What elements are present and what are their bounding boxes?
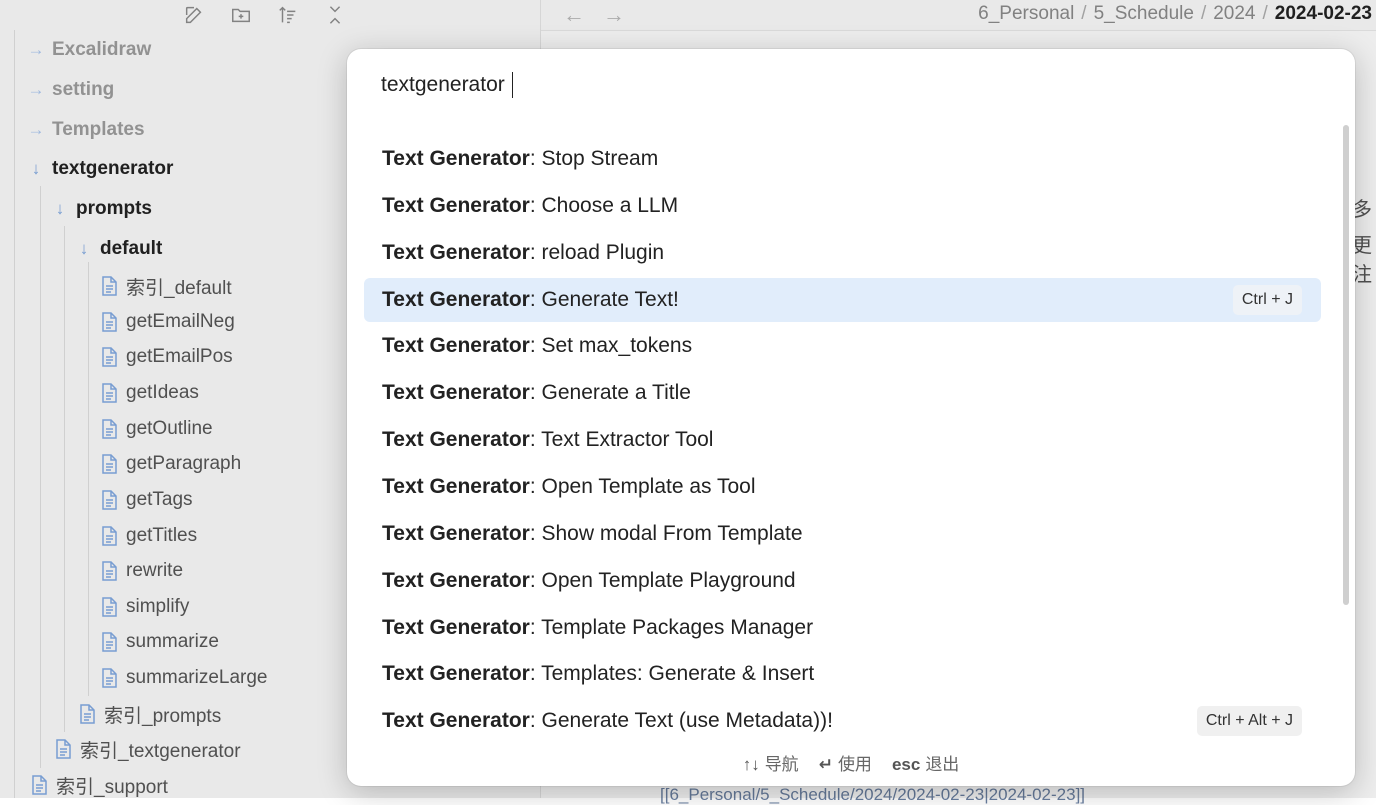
command-name: : Open Template Playground	[529, 568, 796, 592]
command-item[interactable]: Text Generator: Template Packages Manage…	[364, 606, 1321, 650]
command-item-label: Text Generator: Open Template Playground	[364, 569, 796, 593]
command-item[interactable]: Text Generator: Set max_tokens	[364, 324, 1321, 368]
command-plugin-name: Text Generator	[382, 709, 530, 733]
command-item-label: Text Generator: Templates: Generate & In…	[364, 662, 814, 686]
instruction-key: ↑↓	[742, 755, 760, 774]
command-item-label: Text Generator: Stop Stream	[364, 147, 658, 171]
command-item-selected[interactable]: Text Generator: Generate Text! Ctrl + J	[364, 277, 1321, 322]
command-item[interactable]: Text Generator: Open Template as Tool	[364, 465, 1321, 509]
command-item-label: Text Generator: Open Template as Tool	[364, 475, 756, 499]
command-item-label: Text Generator: Show modal From Template	[364, 522, 803, 546]
command-plugin-name: Text Generator	[382, 334, 530, 358]
command-item[interactable]: Text Generator: Generate Text (use Metad…	[364, 699, 1321, 743]
command-name: : Open Template as Tool	[529, 474, 756, 498]
command-plugin-name: Text Generator	[382, 428, 530, 452]
instruction-key: esc	[891, 755, 921, 774]
command-plugin-name: Text Generator	[382, 287, 530, 311]
command-item[interactable]: Text Generator: Generate a Title	[364, 371, 1321, 415]
command-plugin-name: Text Generator	[382, 193, 530, 217]
command-plugin-name: Text Generator	[382, 474, 530, 498]
instruction-item: ↵ 使用	[819, 750, 872, 776]
command-item-label: Text Generator: Generate Text (use Metad…	[364, 709, 833, 733]
command-plugin-name: Text Generator	[382, 240, 530, 264]
command-item[interactable]: Text Generator: Show modal From Template	[364, 512, 1321, 556]
command-item-label: Text Generator: reload Plugin	[364, 241, 664, 265]
command-item-label: Text Generator: Generate a Title	[364, 381, 691, 405]
command-item[interactable]: Text Generator: Stop Stream	[364, 137, 1321, 181]
command-name: : Stop Stream	[529, 147, 659, 170]
command-item[interactable]: Text Generator: reload Plugin	[364, 231, 1321, 275]
command-name: : Template Packages Manager	[529, 615, 814, 639]
command-name: : Templates: Generate & Insert	[529, 662, 815, 686]
command-hotkey: Ctrl + Alt + J	[1196, 706, 1302, 737]
command-name: : Generate Text!	[529, 287, 679, 311]
command-name: : Show modal From Template	[529, 521, 803, 545]
command-name: : reload Plugin	[529, 240, 665, 264]
command-plugin-name: Text Generator	[382, 568, 530, 592]
command-plugin-name: Text Generator	[382, 147, 530, 170]
command-palette: textgenerator Text Generator: Stop Strea…	[347, 49, 1355, 786]
command-plugin-name: Text Generator	[382, 615, 530, 639]
command-name: : Choose a LLM	[529, 193, 679, 217]
command-item-label: Text Generator: Generate Text!	[364, 288, 679, 312]
command-hotkey: Ctrl + J	[1232, 284, 1302, 315]
palette-instructions: ↑↓ 导航 ↵ 使用 esc 退出	[347, 750, 1355, 776]
command-item-label: Text Generator: Choose a LLM	[364, 194, 678, 218]
command-name: : Generate Text (use Metadata))!	[529, 709, 833, 733]
instruction-label: 退出	[925, 755, 960, 774]
instruction-key: ↵	[818, 755, 833, 774]
results-scrollbar[interactable]	[1343, 125, 1349, 605]
command-plugin-name: Text Generator	[382, 381, 530, 405]
command-name: : Text Extractor Tool	[529, 428, 714, 452]
command-name: : Generate a Title	[529, 381, 691, 405]
command-name: : Set max_tokens	[529, 334, 693, 358]
command-plugin-name: Text Generator	[382, 521, 530, 545]
command-item-label: Text Generator: Text Extractor Tool	[364, 428, 713, 452]
command-item[interactable]: Text Generator: Templates: Generate & In…	[364, 652, 1321, 696]
command-plugin-name: Text Generator	[382, 662, 530, 686]
instruction-label: 使用	[837, 755, 872, 774]
instruction-label: 导航	[764, 755, 799, 774]
command-item[interactable]: Text Generator: Text Extractor Tool	[364, 418, 1321, 462]
command-search-input[interactable]: textgenerator	[381, 69, 1315, 101]
command-item[interactable]: Text Generator: Choose a LLM	[364, 184, 1321, 228]
command-item-label: Text Generator: Template Packages Manage…	[364, 616, 813, 640]
command-search-value: textgenerator	[381, 73, 505, 96]
instruction-item: ↑↓ 导航	[743, 750, 799, 776]
command-item-label: Text Generator: Set max_tokens	[364, 334, 692, 358]
instruction-item: esc 退出	[892, 750, 959, 776]
command-item[interactable]: Text Generator: Open Template Playground	[364, 559, 1321, 603]
text-caret	[511, 72, 514, 98]
